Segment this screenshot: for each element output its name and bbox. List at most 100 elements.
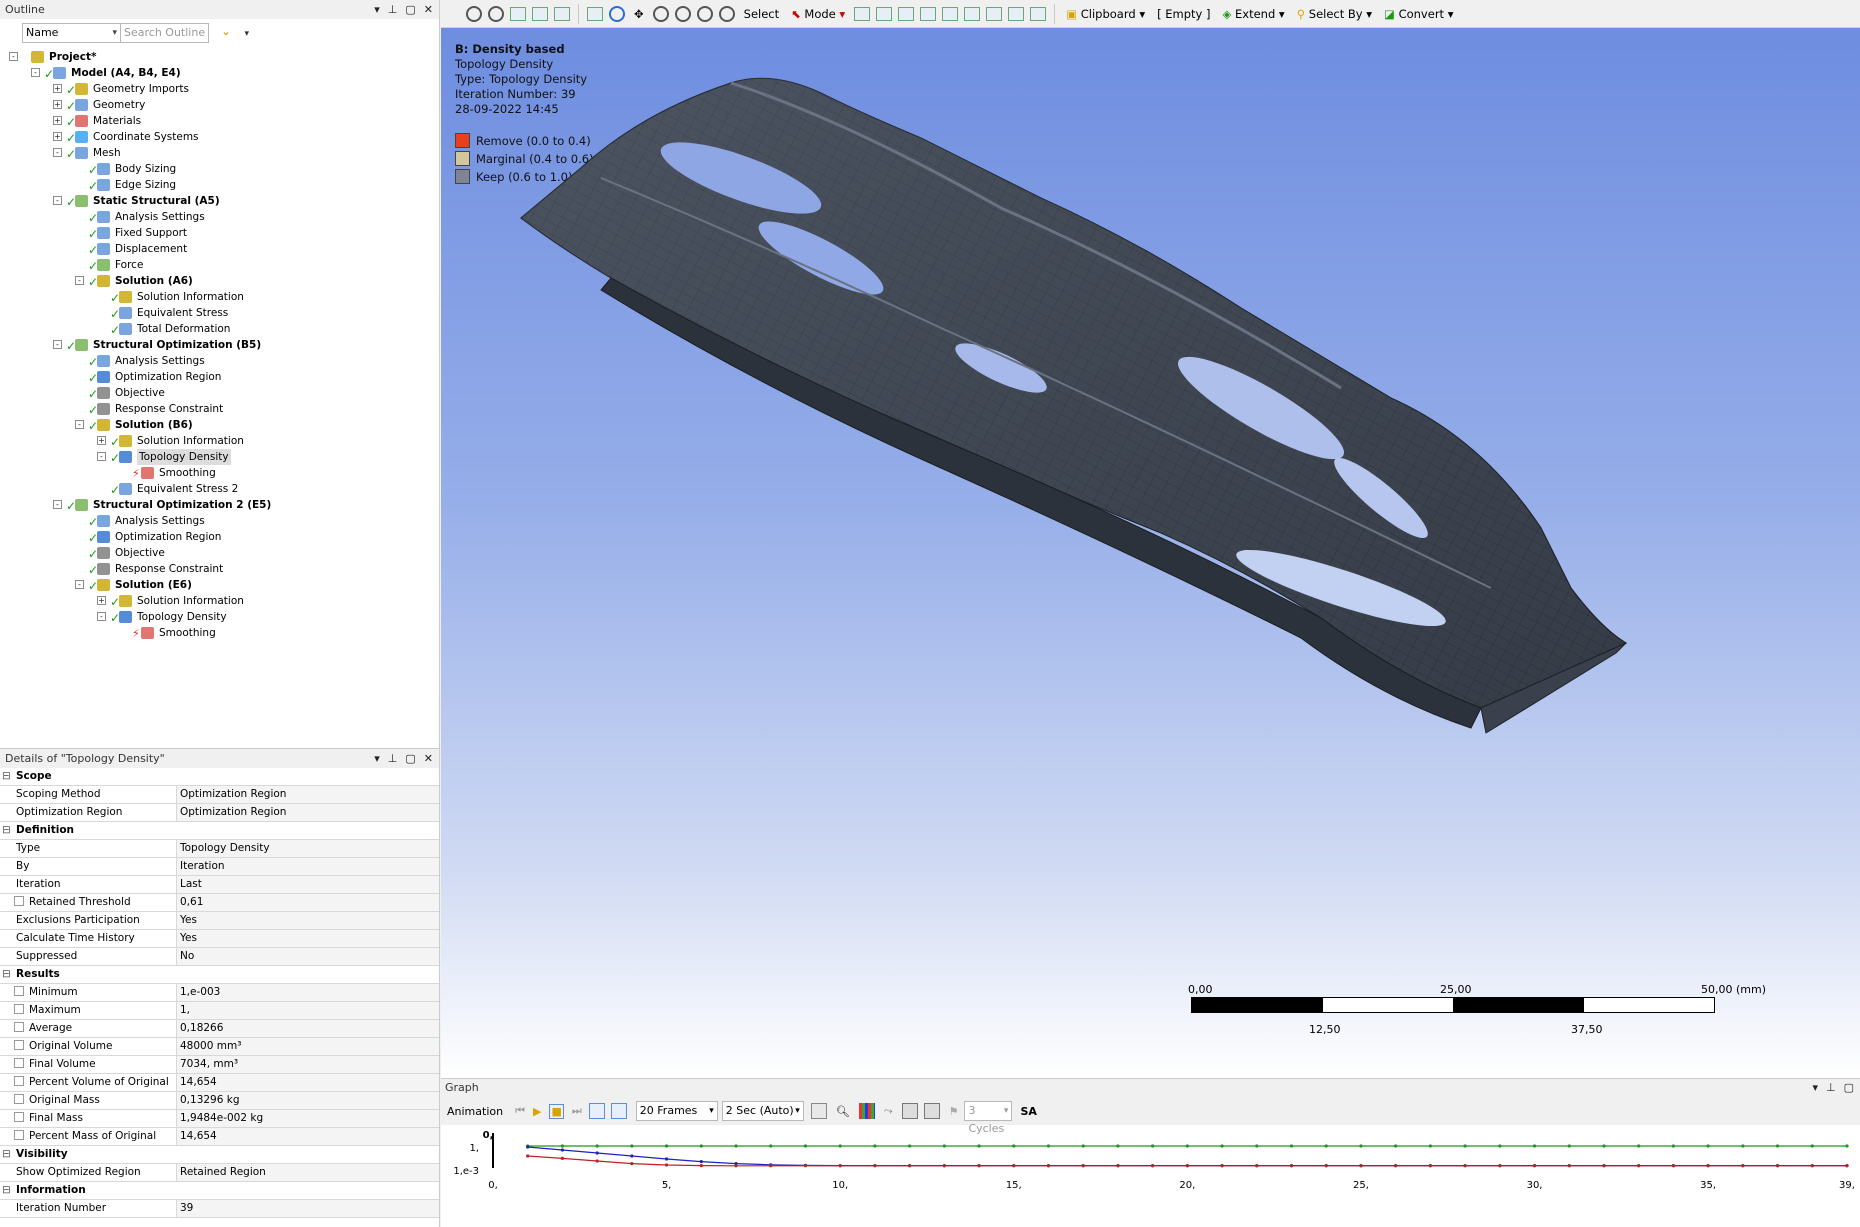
- tree-item[interactable]: ✓ Total Deformation: [0, 321, 439, 337]
- select-tool-icon[interactable]: [1008, 6, 1025, 21]
- select-misc-icon[interactable]: [1030, 6, 1047, 21]
- parameter-checkbox[interactable]: [14, 1040, 24, 1050]
- box-view-icon[interactable]: [532, 6, 548, 21]
- details-group-header[interactable]: Results: [0, 966, 439, 984]
- details-value[interactable]: No: [177, 948, 439, 965]
- tree-item[interactable]: ✓ Fixed Support: [0, 225, 439, 241]
- tree-item[interactable]: ✓ Equivalent Stress: [0, 305, 439, 321]
- collapse-icon[interactable]: -: [31, 68, 40, 77]
- pan-icon[interactable]: ✥: [634, 7, 644, 21]
- flag-icon[interactable]: ⚑: [949, 1105, 959, 1118]
- panel-menu-icon[interactable]: ▾: [1812, 1079, 1818, 1097]
- tree-item[interactable]: - ✓ Structural Optimization 2 (E5): [0, 497, 439, 513]
- tree-item[interactable]: + ✓ Materials: [0, 113, 439, 129]
- tree-item[interactable]: - ✓ Solution (A6): [0, 273, 439, 289]
- details-group-header[interactable]: Information: [0, 1182, 439, 1200]
- play-icon[interactable]: ▶: [533, 1105, 541, 1118]
- details-value[interactable]: 0,61: [177, 894, 439, 911]
- collapse-icon[interactable]: -: [75, 276, 84, 285]
- maximize-icon[interactable]: ▢: [1844, 1079, 1854, 1097]
- tree-item[interactable]: + ✓ Geometry Imports: [0, 81, 439, 97]
- close-icon[interactable]: ✕: [424, 0, 433, 19]
- multi-view-icon[interactable]: [554, 6, 570, 21]
- details-group-header[interactable]: Scope: [0, 768, 439, 786]
- collapse-icon[interactable]: -: [53, 340, 62, 349]
- tree-item[interactable]: + ✓ Solution Information: [0, 433, 439, 449]
- zoom-fit-icon[interactable]: [696, 5, 713, 22]
- zoom-icon[interactable]: [652, 5, 669, 22]
- tree-item[interactable]: - Project*: [0, 49, 439, 65]
- clipboard-button[interactable]: ▣ Clipboard ▾: [1066, 7, 1145, 21]
- details-row[interactable]: Final Mass 1,9484e-002 kg: [0, 1110, 439, 1128]
- details-row[interactable]: Calculate Time History Yes: [0, 930, 439, 948]
- select-node-icon[interactable]: [942, 6, 959, 21]
- parameter-checkbox[interactable]: [14, 896, 24, 906]
- collapse-icon[interactable]: -: [53, 500, 62, 509]
- expand-icon[interactable]: +: [53, 100, 62, 109]
- parameter-checkbox[interactable]: [14, 1094, 24, 1104]
- expand-icon[interactable]: +: [97, 596, 106, 605]
- details-row[interactable]: Scoping Method Optimization Region: [0, 786, 439, 804]
- pin-icon[interactable]: ⊥: [388, 0, 398, 19]
- export-video-icon[interactable]: [810, 1103, 827, 1119]
- tree-item[interactable]: ✓ Solution Information: [0, 289, 439, 305]
- details-row[interactable]: Exclusions Participation Yes: [0, 912, 439, 930]
- details-group-header[interactable]: Visibility: [0, 1146, 439, 1164]
- outline-search-input[interactable]: Search Outline: [121, 23, 209, 43]
- parameter-checkbox[interactable]: [14, 1004, 24, 1014]
- parameter-checkbox[interactable]: [14, 1022, 24, 1032]
- select-by-button[interactable]: ⚲ Select By ▾: [1297, 7, 1372, 21]
- details-row[interactable]: Percent Volume of Original 14,654: [0, 1074, 439, 1092]
- details-value[interactable]: Optimization Region: [177, 786, 439, 803]
- table2-icon[interactable]: [923, 1103, 940, 1119]
- expand-icon[interactable]: +: [97, 436, 106, 445]
- select-button[interactable]: Select: [744, 7, 779, 21]
- tree-item[interactable]: ✓ Body Sizing: [0, 161, 439, 177]
- tree-item[interactable]: ✓ Optimization Region: [0, 529, 439, 545]
- tree-item[interactable]: - ✓ Topology Density: [0, 609, 439, 625]
- select-face-icon[interactable]: [898, 6, 915, 21]
- parameter-checkbox[interactable]: [14, 986, 24, 996]
- frames-select[interactable]: 20 Frames: [635, 1101, 718, 1121]
- panel-menu-icon[interactable]: ▾: [374, 0, 380, 19]
- parameter-checkbox[interactable]: [14, 1112, 24, 1122]
- table-icon[interactable]: [901, 1103, 918, 1119]
- convert-button[interactable]: ◪ Convert ▾: [1384, 7, 1453, 21]
- details-value[interactable]: 14,654: [177, 1128, 439, 1145]
- details-value[interactable]: 48000 mm³: [177, 1038, 439, 1055]
- sync-icon[interactable]: ⤳: [884, 1104, 893, 1118]
- tree-item[interactable]: - ✓ Solution (E6): [0, 577, 439, 593]
- collapse-icon[interactable]: -: [75, 420, 84, 429]
- tree-item[interactable]: ⚡ Smoothing: [0, 625, 439, 641]
- expand-icon[interactable]: +: [53, 84, 62, 93]
- tree-item[interactable]: ⚡ Smoothing: [0, 465, 439, 481]
- zoom-to-fit-icon[interactable]: 🔍︎: [836, 1105, 850, 1118]
- details-value[interactable]: 14,654: [177, 1074, 439, 1091]
- iso-view-icon[interactable]: [510, 6, 526, 21]
- duration-select[interactable]: 2 Sec (Auto): [721, 1101, 804, 1121]
- tree-item[interactable]: ✓ Response Constraint: [0, 401, 439, 417]
- tree-item[interactable]: + ✓ Solution Information: [0, 593, 439, 609]
- tree-item[interactable]: ✓ Response Constraint: [0, 561, 439, 577]
- details-value[interactable]: 39: [177, 1200, 439, 1217]
- chart-icon[interactable]: [858, 1103, 875, 1119]
- magnifier-icon[interactable]: [718, 5, 735, 22]
- expand-icon[interactable]: +: [53, 132, 62, 141]
- collapse-icon[interactable]: -: [97, 452, 106, 461]
- details-row[interactable]: Maximum 1,: [0, 1002, 439, 1020]
- tree-item[interactable]: ✓ Force: [0, 257, 439, 273]
- maximize-icon[interactable]: ▢: [405, 0, 415, 19]
- tree-item[interactable]: - ✓ Solution (B6): [0, 417, 439, 433]
- select-edge-icon[interactable]: [876, 6, 893, 21]
- details-value[interactable]: 1,e-003: [177, 984, 439, 1001]
- details-value[interactable]: Yes: [177, 912, 439, 929]
- details-row[interactable]: Optimization Region Optimization Region: [0, 804, 439, 822]
- details-row[interactable]: Iteration Last: [0, 876, 439, 894]
- details-row[interactable]: Final Volume 7034, mm³: [0, 1056, 439, 1074]
- details-row[interactable]: Percent Mass of Original 14,654: [0, 1128, 439, 1146]
- close-icon[interactable]: ✕: [424, 749, 433, 768]
- tree-item[interactable]: ✓ Objective: [0, 385, 439, 401]
- details-value[interactable]: 7034, mm³: [177, 1056, 439, 1073]
- tree-item[interactable]: - ✓ Static Structural (A5): [0, 193, 439, 209]
- details-row[interactable]: Show Optimized Region Retained Region: [0, 1164, 439, 1182]
